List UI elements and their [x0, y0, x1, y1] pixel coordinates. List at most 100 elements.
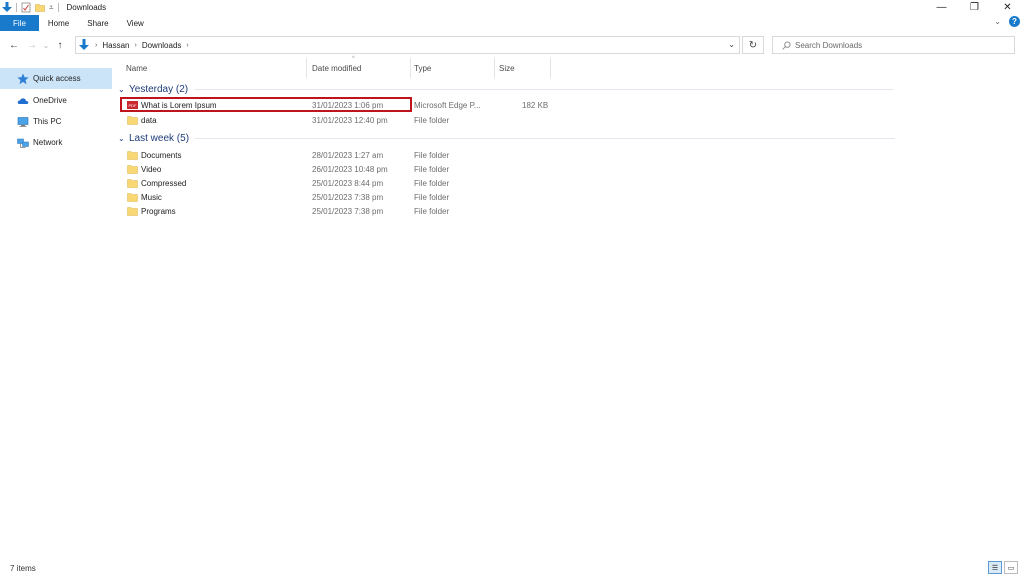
file-size: 182 KB — [522, 100, 549, 110]
sidebar-item-label: This PC — [33, 117, 62, 126]
breadcrumb-separator[interactable]: › — [134, 42, 136, 49]
file-name: data — [141, 115, 157, 125]
toolbar-divider — [57, 3, 59, 12]
group-yesterday[interactable]: ⌄ Yesterday (2) — [112, 81, 907, 97]
group-title: Yesterday (2) — [129, 83, 189, 95]
folder-icon — [127, 207, 138, 216]
file-name: Documents — [141, 150, 182, 160]
back-button[interactable]: ← — [5, 36, 23, 54]
cloud-icon — [17, 97, 29, 104]
sidebar-item-onedrive[interactable]: OneDrive — [0, 90, 112, 111]
folder-icon — [127, 151, 138, 160]
column-header-date-modified[interactable]: Date modified — [312, 58, 361, 78]
column-divider[interactable] — [306, 58, 307, 78]
folder-icon — [127, 165, 138, 174]
file-date: 26/01/2023 10:48 pm — [312, 164, 388, 174]
file-type: File folder — [414, 178, 450, 188]
ribbon-tabs: File Home Share View ⌄ ? — [0, 15, 1024, 31]
download-arrow-icon — [2, 2, 12, 12]
list-item[interactable]: Music 25/01/2023 7:38 pm File folder — [112, 190, 672, 204]
help-icon[interactable]: ? — [1009, 16, 1020, 27]
refresh-button[interactable]: ↻ — [742, 36, 764, 54]
list-item[interactable]: Documents 28/01/2023 1:27 am File folder — [112, 148, 672, 162]
file-type: Microsoft Edge P... — [414, 100, 481, 110]
window-controls: — ❐ ✕ — [925, 0, 1024, 15]
network-icon — [17, 138, 29, 148]
breadcrumb-downloads[interactable]: Downloads — [142, 41, 182, 50]
file-type: File folder — [414, 150, 450, 160]
computer-icon — [17, 116, 29, 127]
tab-home[interactable]: Home — [39, 15, 78, 31]
sidebar-item-quick-access[interactable]: Quick access — [0, 68, 112, 89]
column-divider[interactable] — [494, 58, 495, 78]
large-icons-view-icon[interactable]: ▭ — [1004, 561, 1018, 574]
view-switcher: ☰ ▭ — [988, 561, 1018, 574]
new-folder-icon[interactable] — [35, 2, 45, 13]
customize-toolbar-icon[interactable]: ⩡ — [49, 3, 54, 13]
collapse-chevron-icon[interactable]: ⌄ — [118, 134, 128, 143]
restore-button[interactable]: ❐ — [958, 0, 991, 15]
file-name: Music — [141, 192, 162, 202]
group-divider — [194, 88, 895, 90]
file-date: 25/01/2023 8:44 pm — [312, 178, 384, 188]
group-last-week[interactable]: ⌄ Last week (5) — [112, 130, 907, 146]
list-item[interactable]: Video 26/01/2023 10:48 pm File folder — [112, 162, 672, 176]
toolbar-divider — [16, 3, 17, 12]
tab-file[interactable]: File — [0, 15, 39, 31]
tab-view[interactable]: View — [118, 15, 153, 31]
folder-icon — [127, 116, 138, 125]
column-header-type[interactable]: Type — [414, 58, 431, 78]
folder-icon — [127, 179, 138, 188]
list-item[interactable]: Programs 25/01/2023 7:38 pm File folder — [112, 204, 672, 218]
file-type: File folder — [414, 115, 450, 125]
sidebar-item-label: OneDrive — [33, 96, 67, 105]
close-button[interactable]: ✕ — [991, 0, 1024, 15]
quick-access-toolbar: ⩡ — [0, 0, 63, 15]
column-divider[interactable] — [410, 58, 411, 78]
navigation-pane: Quick access OneDrive This PC Network — [0, 68, 112, 548]
window-title: Downloads — [66, 3, 107, 12]
downloads-icon — [79, 39, 89, 50]
file-name: Video — [141, 164, 162, 174]
highlight-box — [120, 97, 412, 112]
breadcrumb-separator: › — [95, 41, 98, 49]
file-date: 25/01/2023 7:38 pm — [312, 192, 384, 202]
list-item[interactable]: Compressed 25/01/2023 8:44 pm File folde… — [112, 176, 672, 190]
up-button[interactable]: ↑ — [51, 36, 69, 54]
group-title: Last week (5) — [129, 132, 190, 144]
tab-share[interactable]: Share — [78, 15, 117, 31]
details-view-icon[interactable]: ☰ — [988, 561, 1002, 574]
properties-icon[interactable] — [21, 2, 31, 13]
file-type: File folder — [414, 164, 450, 174]
file-date: 31/01/2023 12:40 pm — [312, 115, 388, 125]
group-divider — [195, 137, 896, 139]
breadcrumb-separator[interactable]: › — [186, 42, 188, 49]
column-header-size[interactable]: Size — [499, 58, 515, 78]
sidebar-item-network[interactable]: Network — [0, 132, 112, 153]
forward-button[interactable]: → — [23, 36, 41, 54]
expand-ribbon-icon[interactable]: ⌄ — [994, 17, 1001, 26]
item-count: 7 items — [10, 563, 36, 573]
file-name: Programs — [141, 206, 176, 216]
breadcrumb-hassan[interactable]: Hassan — [102, 41, 129, 50]
navigation-bar: ← → ⌄ ↑ › Hassan › Downloads › ⌄ ↻ — [0, 34, 1024, 56]
collapse-chevron-icon[interactable]: ⌄ — [118, 85, 128, 94]
list-item[interactable]: data 31/01/2023 12:40 pm File folder — [112, 113, 672, 127]
column-divider[interactable] — [550, 58, 551, 78]
file-type: File folder — [414, 192, 450, 202]
search-box[interactable] — [772, 36, 1015, 54]
file-type: File folder — [414, 206, 450, 216]
sidebar-item-this-pc[interactable]: This PC — [0, 111, 112, 132]
minimize-button[interactable]: — — [925, 0, 958, 15]
ribbon-right: ⌄ ? — [994, 16, 1020, 27]
search-icon — [782, 40, 791, 50]
column-header-name[interactable]: Name — [126, 58, 147, 78]
search-input[interactable] — [795, 40, 995, 50]
address-bar[interactable]: › Hassan › Downloads › ⌄ — [75, 36, 740, 54]
folder-icon — [127, 193, 138, 202]
recent-locations-button[interactable]: ⌄ — [41, 36, 51, 54]
title-bar: ⩡ Downloads — ❐ ✕ — [0, 0, 1024, 15]
file-date: 25/01/2023 7:38 pm — [312, 206, 384, 216]
address-history-dropdown[interactable]: ⌄ — [728, 40, 735, 49]
file-date: 28/01/2023 1:27 am — [312, 150, 384, 160]
